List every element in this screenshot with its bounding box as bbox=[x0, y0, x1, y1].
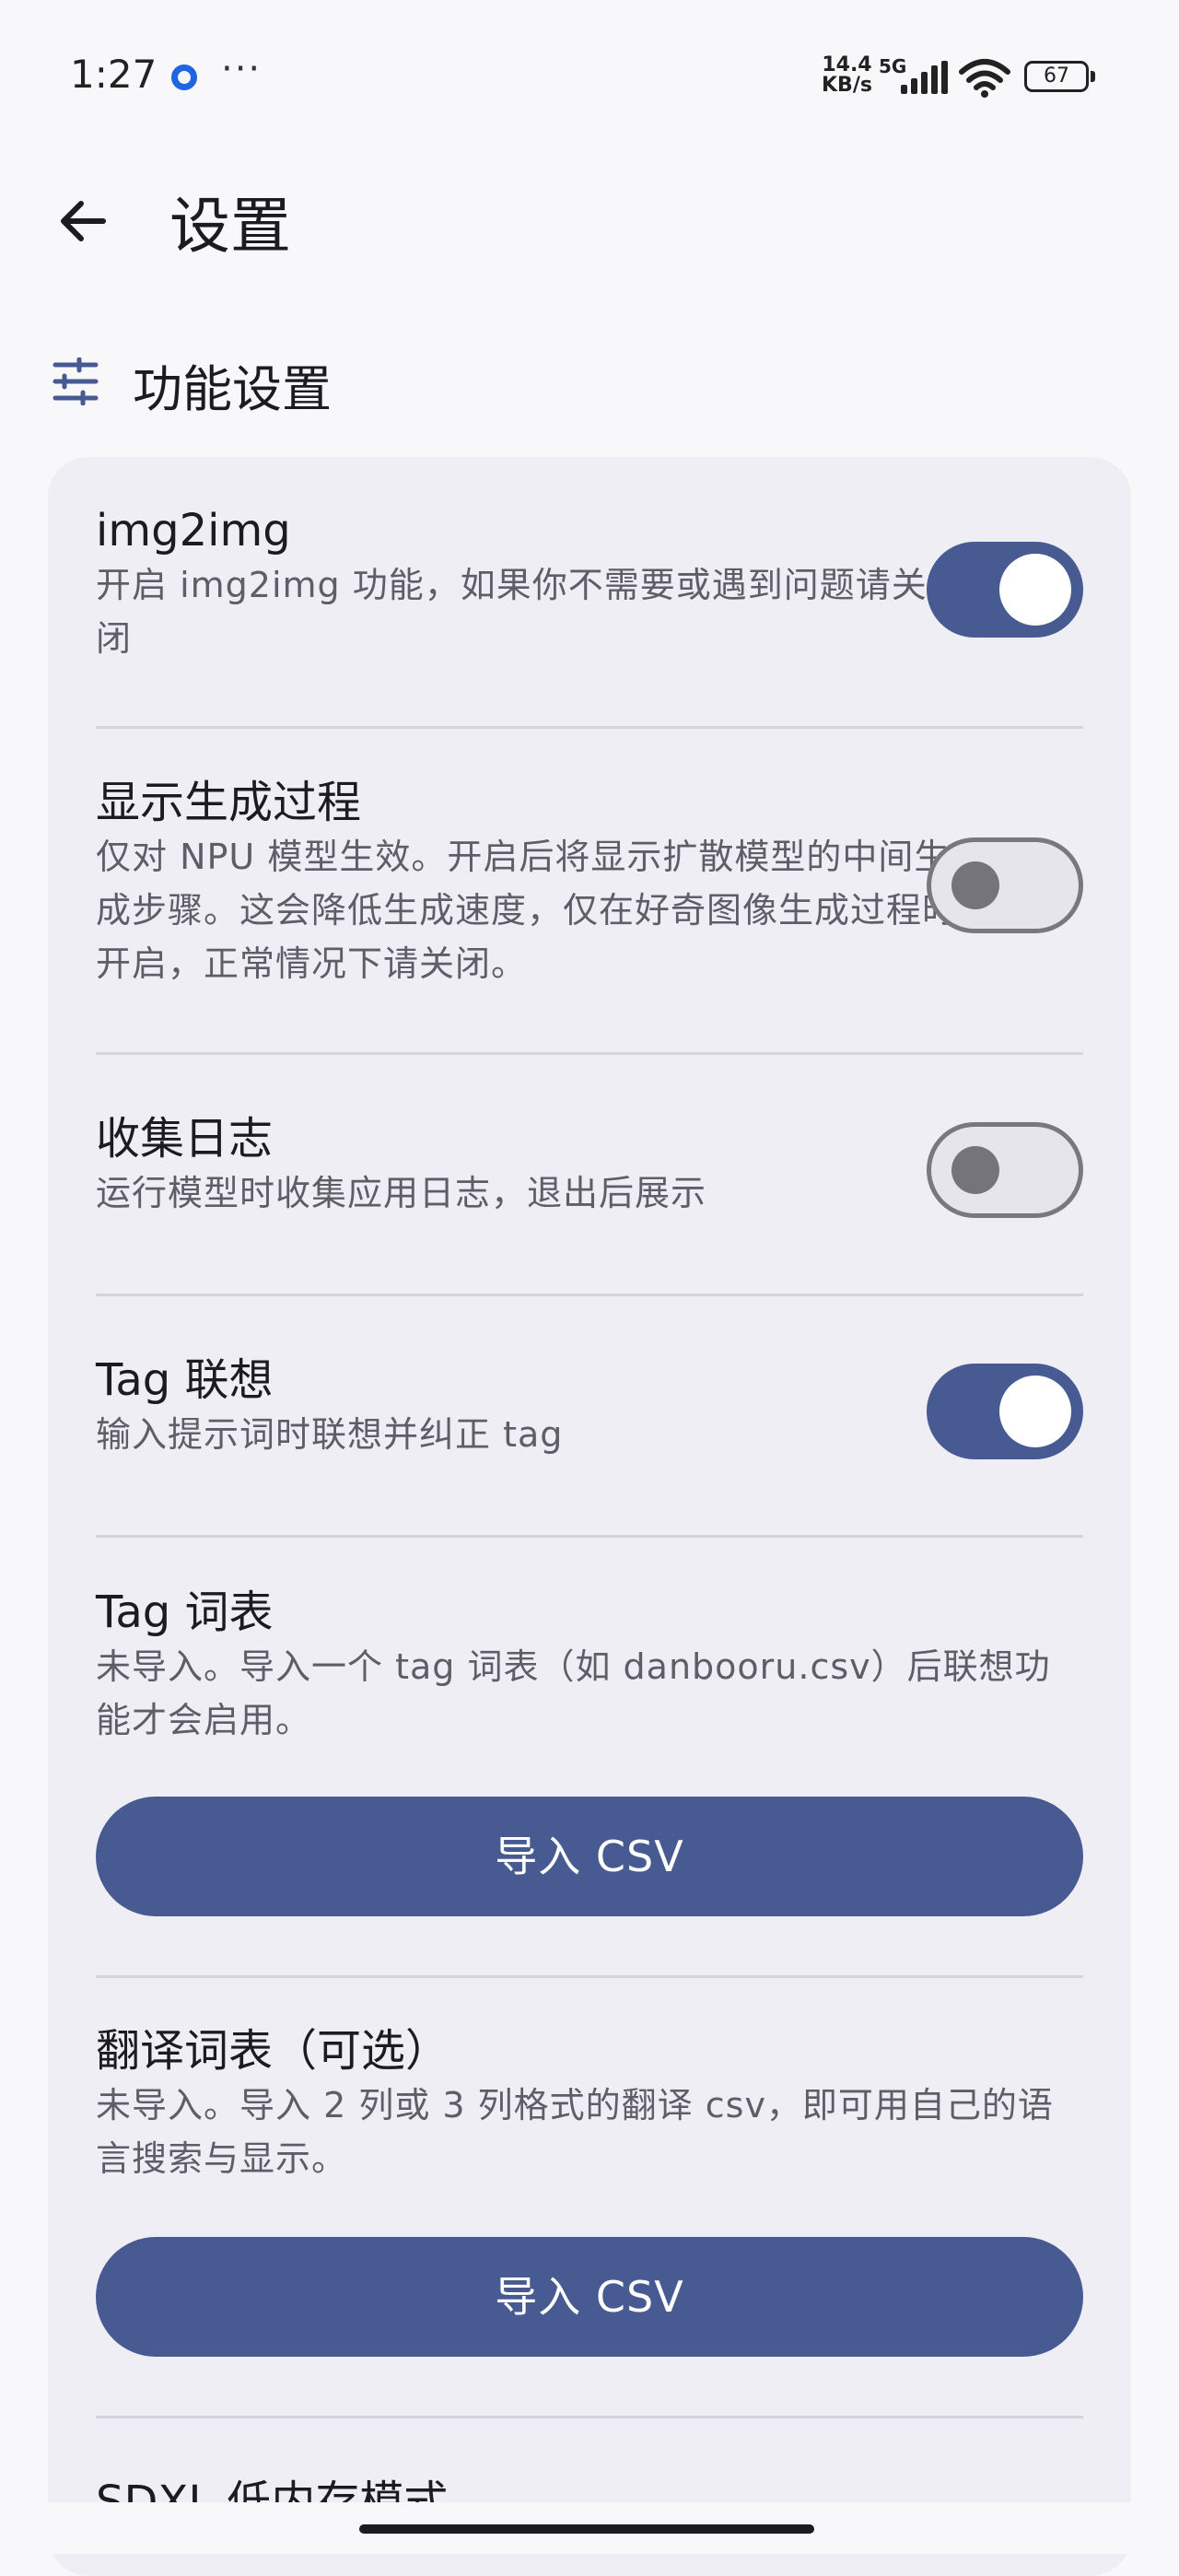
toggle-thumb bbox=[951, 861, 999, 909]
tune-sliders-icon bbox=[53, 357, 99, 405]
net-speed-unit: KB/s bbox=[822, 74, 872, 97]
setting-tag-suggestion[interactable]: Tag 联想 输入提示词时联想并纠正 tag bbox=[96, 1352, 1083, 1472]
setting-translation-vocabulary: 翻译词表（可选） 未导入。导入 2 列或 3 列格式的翻译 csv，即可用自己的… bbox=[96, 2023, 1083, 2189]
setting-title: 显示生成过程 bbox=[96, 777, 362, 828]
section-title: 功能设置 bbox=[133, 360, 332, 418]
setting-title: Tag 联想 bbox=[96, 1354, 274, 1406]
status-more-indicator: ··· bbox=[221, 48, 263, 90]
net-speed-value: 14.4 bbox=[822, 53, 872, 76]
setting-description: 开启 img2img 功能，如果你不需要或遇到问题请关闭 bbox=[96, 565, 928, 659]
show-generation-process-toggle[interactable] bbox=[927, 837, 1083, 933]
setting-tag-vocabulary: Tag 词表 未导入。导入一个 tag 词表（如 danbooru.csv）后联… bbox=[96, 1585, 1083, 1751]
divider bbox=[96, 726, 1083, 729]
setting-title: 收集日志 bbox=[96, 1113, 274, 1165]
divider bbox=[96, 1294, 1083, 1296]
setting-img2img[interactable]: img2img 开启 img2img 功能，如果你不需要或遇到问题请关闭 bbox=[96, 503, 1083, 669]
setting-description: 输入提示词时联想并纠正 tag bbox=[96, 1414, 564, 1455]
back-button[interactable] bbox=[46, 184, 120, 258]
arrow-back-icon bbox=[61, 201, 106, 241]
img2img-toggle[interactable] bbox=[927, 542, 1083, 638]
settings-card: img2img 开启 img2img 功能，如果你不需要或遇到问题请关闭 显示生… bbox=[48, 457, 1131, 2576]
setting-collect-logs[interactable]: 收集日志 运行模型时收集应用日志，退出后展示 bbox=[96, 1111, 1083, 1231]
tag-suggestion-toggle[interactable] bbox=[927, 1364, 1083, 1459]
battery-icon: 67 bbox=[1024, 61, 1095, 92]
divider bbox=[96, 2416, 1083, 2418]
divider bbox=[96, 1535, 1083, 1538]
home-indicator[interactable] bbox=[359, 2524, 814, 2534]
status-time: 1:27 bbox=[70, 52, 158, 97]
signal-icon bbox=[901, 61, 948, 94]
divider bbox=[96, 1975, 1083, 1978]
page-title: 设置 bbox=[169, 191, 291, 262]
setting-description: 未导入。导入一个 tag 词表（如 danbooru.csv）后联想功能才会启用… bbox=[96, 1646, 1051, 1740]
status-bar: 1:27 ··· 14.4 KB/s 5G 67 bbox=[0, 0, 1179, 147]
divider bbox=[96, 1052, 1083, 1055]
toggle-thumb bbox=[999, 554, 1071, 626]
app-bar: 设置 bbox=[0, 157, 1179, 276]
setting-title: 翻译词表（可选） bbox=[96, 2025, 450, 2077]
app-notification-icon bbox=[171, 64, 197, 90]
setting-description: 运行模型时收集应用日志，退出后展示 bbox=[96, 1173, 707, 1213]
wifi-icon bbox=[959, 59, 1010, 98]
battery-level: 67 bbox=[1044, 64, 1069, 88]
toggle-thumb bbox=[999, 1376, 1071, 1447]
setting-description: 仅对 NPU 模型生效。开启后将显示扩散模型的中间生成步骤。这会降低生成速度，仅… bbox=[96, 837, 959, 984]
setting-title: img2img bbox=[96, 505, 291, 556]
import-translation-csv-button[interactable]: 导入 CSV bbox=[96, 2237, 1083, 2357]
setting-description: 未导入。导入 2 列或 3 列格式的翻译 csv，即可用自己的语言搜索与显示。 bbox=[96, 2085, 1054, 2179]
toggle-thumb bbox=[951, 1146, 999, 1194]
collect-logs-toggle[interactable] bbox=[927, 1122, 1083, 1218]
import-tag-csv-button[interactable]: 导入 CSV bbox=[96, 1797, 1083, 1916]
net-speed: 14.4 KB/s bbox=[822, 55, 872, 96]
section-header: 功能设置 bbox=[52, 341, 788, 424]
setting-title: Tag 词表 bbox=[96, 1587, 274, 1638]
setting-show-generation-process[interactable]: 显示生成过程 仅对 NPU 模型生效。开启后将显示扩散模型的中间生成步骤。这会降… bbox=[96, 775, 1083, 996]
